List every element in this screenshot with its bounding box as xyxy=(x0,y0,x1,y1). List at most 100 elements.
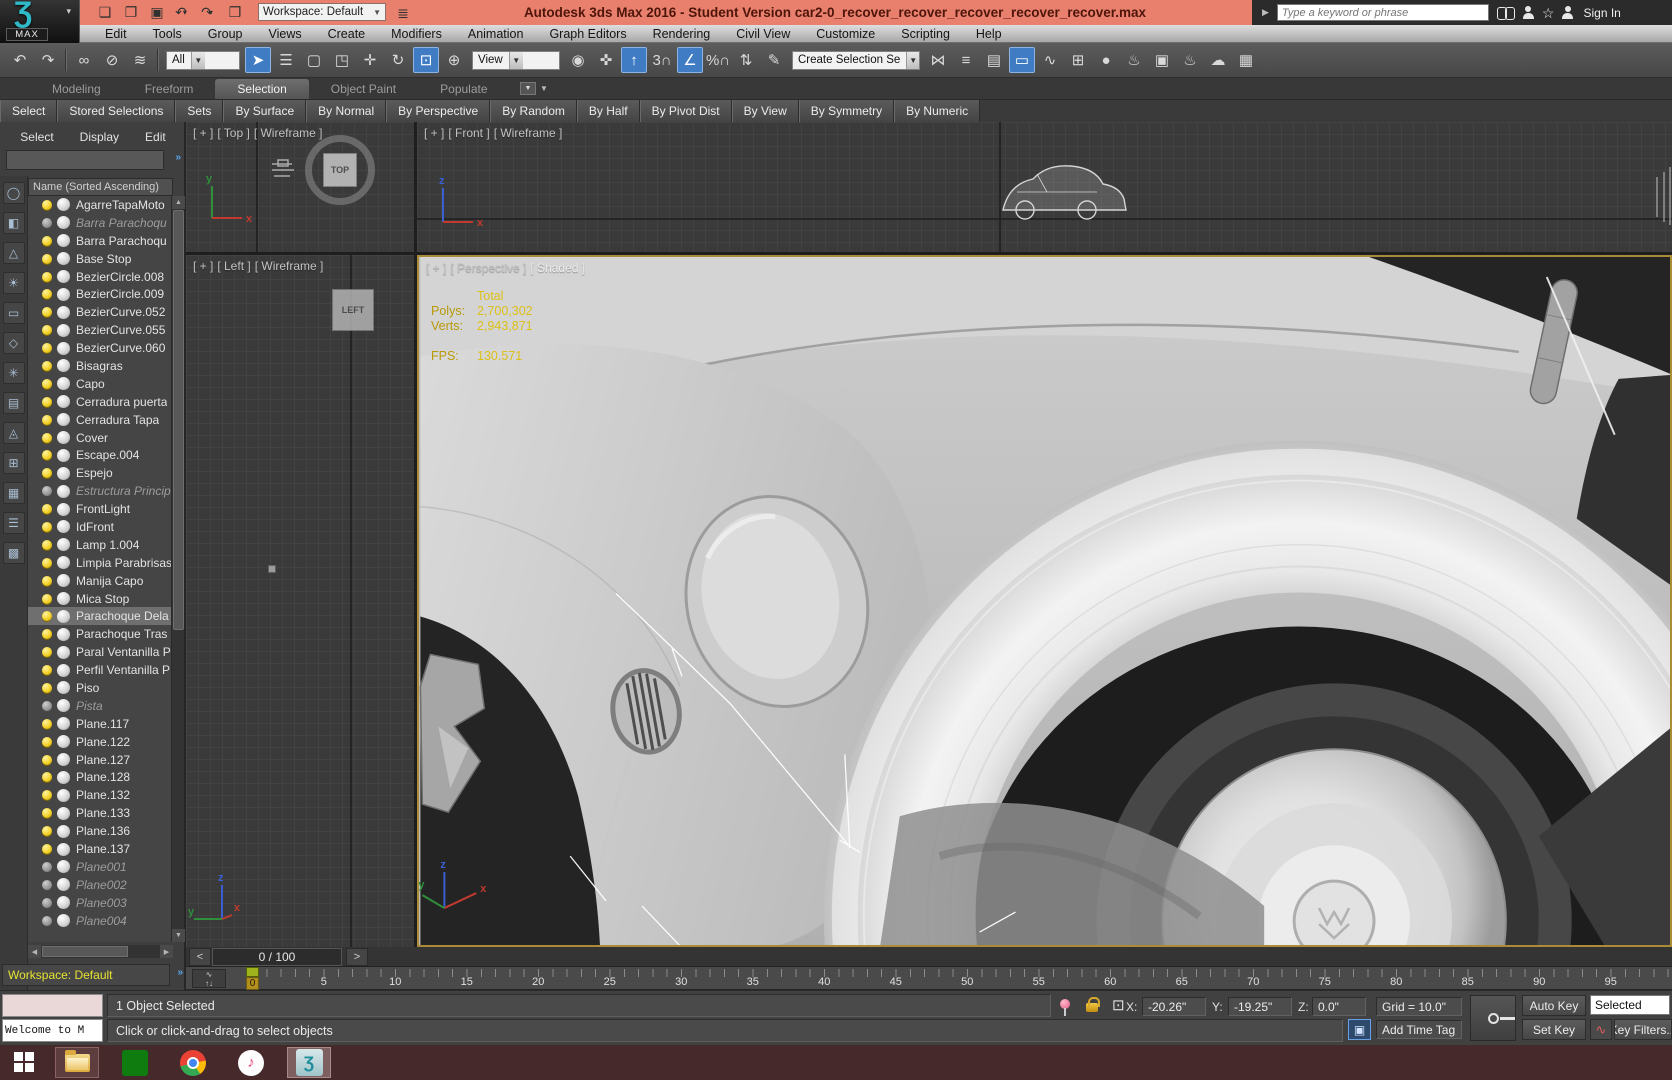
scene-object-row[interactable]: Cerradura puerta xyxy=(28,393,173,411)
workspace-dropdown[interactable]: Workspace: Default▼ xyxy=(258,3,386,21)
viewport-label[interactable]: [ + ][ Perspective ][ Shaded ] xyxy=(426,261,589,275)
visibility-bulb-icon[interactable] xyxy=(42,468,52,478)
taskbar-app-button[interactable] xyxy=(55,1047,99,1078)
auto-key-button[interactable]: Auto Key xyxy=(1522,995,1586,1016)
toolbar-icon[interactable]: ∠ xyxy=(677,47,703,73)
scene-object-row[interactable]: Espejo xyxy=(28,464,173,482)
selection-lock-icon[interactable] xyxy=(1086,1003,1098,1012)
menu-item[interactable]: Graph Editors xyxy=(536,25,639,43)
scene-object-row[interactable]: Plane.137 xyxy=(28,840,173,858)
isolate-selection-icon[interactable]: ▣ xyxy=(1348,1019,1371,1040)
scene-object-row[interactable]: BezierCurve.060 xyxy=(28,339,173,357)
menu-item[interactable]: Scripting xyxy=(888,25,963,43)
visibility-bulb-icon[interactable] xyxy=(42,862,52,872)
visibility-bulb-icon[interactable] xyxy=(42,826,52,836)
toolbar-icon[interactable]: ♨ xyxy=(1177,47,1203,73)
scrollbar-thumb[interactable] xyxy=(42,946,128,957)
current-frame-marker[interactable]: 0 xyxy=(246,967,259,990)
toolbar-icon[interactable]: ● xyxy=(1093,47,1119,73)
visibility-bulb-icon[interactable] xyxy=(42,397,52,407)
visibility-bulb-icon[interactable] xyxy=(42,594,52,604)
ribbon-button[interactable]: Stored Selections xyxy=(57,100,175,122)
visibility-bulb-icon[interactable] xyxy=(42,415,52,425)
scene-object-row[interactable]: Plane.127 xyxy=(28,751,173,769)
viewport-label[interactable]: [ + ][ Left ][ Wireframe ] xyxy=(193,259,327,273)
workspace-status[interactable]: Workspace: Default » xyxy=(2,964,170,986)
taskbar-app-button[interactable]: Ʒ xyxy=(287,1047,331,1078)
ribbon-display-dropdown[interactable]: ▼ ▼ xyxy=(520,82,548,95)
scene-object-row[interactable]: Plane002 xyxy=(28,876,173,894)
toolbar-icon[interactable]: ⊕ xyxy=(441,47,467,73)
set-key-button[interactable]: Set Key xyxy=(1522,1019,1586,1040)
qat-icon[interactable]: ❒ xyxy=(222,3,244,23)
visibility-bulb-icon[interactable] xyxy=(42,200,52,210)
visibility-bulb-icon[interactable] xyxy=(42,880,52,890)
toolbar-icon[interactable]: ◳ xyxy=(329,47,355,73)
favorites-icon[interactable]: ☆ xyxy=(1542,6,1555,20)
scene-object-row[interactable]: FrontLight xyxy=(28,500,173,518)
visibility-bulb-icon[interactable] xyxy=(42,647,52,657)
scene-object-row[interactable]: Plane004 xyxy=(28,912,173,930)
ribbon-tab[interactable]: Populate xyxy=(418,79,509,99)
visibility-bulb-icon[interactable] xyxy=(42,450,52,460)
z-coordinate-field[interactable]: 0.0" xyxy=(1312,997,1366,1016)
toolbar-icon[interactable]: ◉ xyxy=(565,47,591,73)
viewport-front[interactable]: [ + ][ Front ][ Wireframe ] z x xyxy=(417,122,1672,252)
explorer-tool-icon[interactable]: ✳ xyxy=(3,362,25,384)
menu-item[interactable]: Animation xyxy=(455,25,537,43)
visibility-bulb-icon[interactable] xyxy=(42,236,52,246)
scene-object-row[interactable]: AgarreTapaMoto xyxy=(28,196,173,214)
explorer-tool-icon[interactable]: ☰ xyxy=(3,512,25,534)
menu-item[interactable]: Customize xyxy=(803,25,888,43)
toolbar-icon[interactable]: ▤ xyxy=(981,47,1007,73)
explorer-tool-icon[interactable]: ◬ xyxy=(3,422,25,444)
visibility-bulb-icon[interactable] xyxy=(42,772,52,782)
mini-curve-editor-icon[interactable]: ∿↑↓ xyxy=(192,969,226,988)
ribbon-button[interactable]: Sets xyxy=(175,100,223,122)
toolbar-icon[interactable]: ▦ xyxy=(1233,47,1259,73)
y-coordinate-field[interactable]: -19.25" xyxy=(1228,997,1292,1016)
scene-object-row[interactable]: BezierCircle.009 xyxy=(28,285,173,303)
visibility-bulb-icon[interactable] xyxy=(42,272,52,282)
viewport-left[interactable]: [ + ][ Left ][ Wireframe ] LEFT z y x xyxy=(186,255,414,947)
explorer-horizontal-scrollbar[interactable]: ◀ ▶ xyxy=(28,945,173,958)
qat-icon[interactable]: ❏ xyxy=(92,3,114,23)
toolbar-icon[interactable]: ∞ xyxy=(71,47,97,73)
x-coordinate-field[interactable]: -20.26" xyxy=(1142,997,1206,1016)
visibility-bulb-icon[interactable] xyxy=(42,379,52,389)
visibility-bulb-icon[interactable] xyxy=(42,665,52,675)
explorer-tool-icon[interactable]: ▤ xyxy=(3,392,25,414)
explorer-tool-icon[interactable]: ▭ xyxy=(3,302,25,324)
time-slider[interactable]: < 0 / 100 > xyxy=(186,947,1672,967)
toolbar-icon[interactable]: ➤ xyxy=(245,47,271,73)
menu-item[interactable]: Tools xyxy=(140,25,195,43)
menu-item[interactable]: Modifiers xyxy=(378,25,455,43)
toolbar-icon[interactable]: ⋈ xyxy=(925,47,951,73)
visibility-bulb-icon[interactable] xyxy=(42,361,52,371)
qat-overflow-icon[interactable]: ≣ xyxy=(392,3,414,23)
visibility-bulb-icon[interactable] xyxy=(42,916,52,926)
selection-filter-dropdown[interactable]: All▼ xyxy=(166,51,240,70)
visibility-bulb-icon[interactable] xyxy=(42,701,52,711)
ribbon-tab[interactable]: Freeform xyxy=(123,79,216,99)
scroll-left-icon[interactable]: ◀ xyxy=(28,945,41,958)
selection-lock-pin-icon[interactable] xyxy=(1060,999,1070,1009)
scene-object-row[interactable]: Capo xyxy=(28,375,173,393)
scene-object-row[interactable]: Estructura Princip xyxy=(28,482,173,500)
visibility-bulb-icon[interactable] xyxy=(42,808,52,818)
scene-object-row[interactable]: Plane.136 xyxy=(28,822,173,840)
maxscript-listener-line[interactable]: Welcome to M xyxy=(2,1019,103,1042)
toolbar-icon[interactable]: ⇅ xyxy=(733,47,759,73)
qat-icon[interactable]: ❐ xyxy=(118,3,140,23)
track-bar[interactable]: ∿↑↓ 0 5101520253035404550556065707580859… xyxy=(186,967,1672,990)
explorer-tool-icon[interactable]: ◧ xyxy=(3,212,25,234)
toolbar-icon[interactable]: ↻ xyxy=(385,47,411,73)
scene-object-row[interactable]: Base Stop xyxy=(28,250,173,268)
viewport-perspective[interactable]: z x y [ + ][ Perspective ][ Shaded ] Tot… xyxy=(417,255,1672,947)
previous-frame-button[interactable]: < xyxy=(189,948,211,966)
scene-object-row[interactable]: Mica Stop xyxy=(28,590,173,608)
toolbar-icon[interactable]: ↑ xyxy=(621,47,647,73)
ribbon-button[interactable]: By Pivot Dist xyxy=(640,100,732,122)
keyword-search-input[interactable] xyxy=(1277,4,1489,21)
menu-item[interactable]: Views xyxy=(255,25,314,43)
